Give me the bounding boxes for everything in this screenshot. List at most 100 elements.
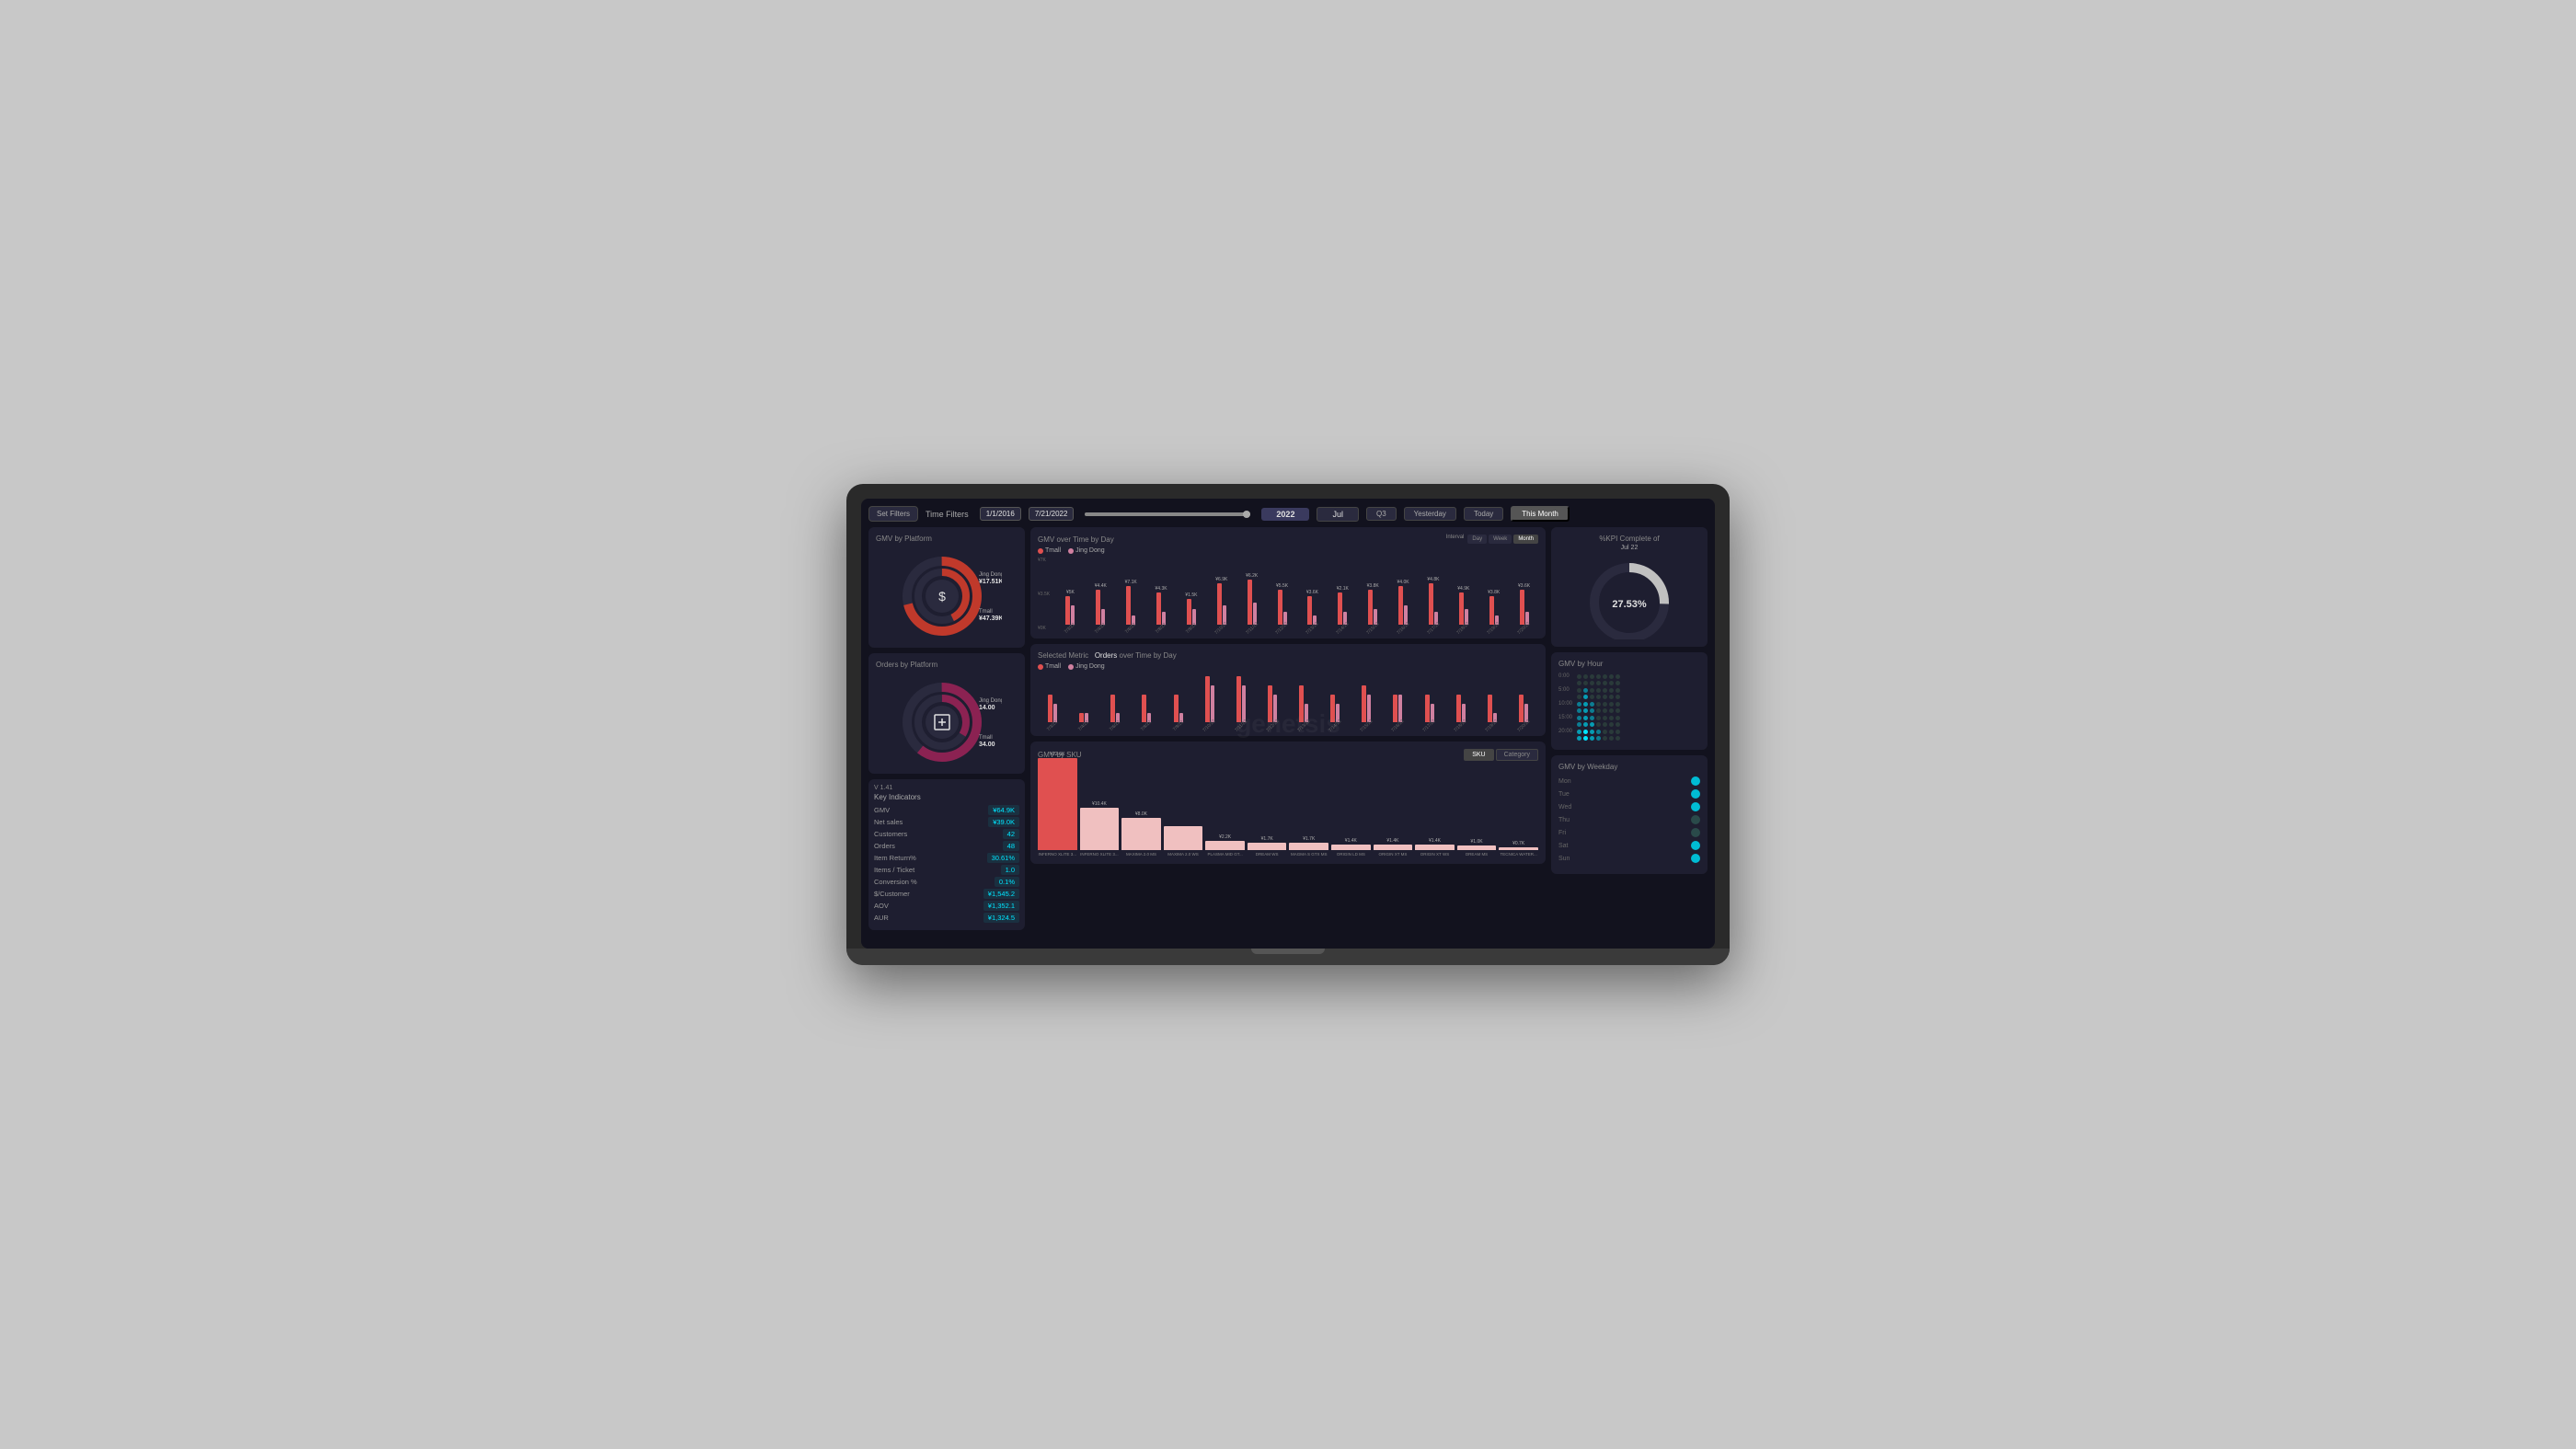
ki-items-ticket-label: Items / Ticket [874, 866, 914, 874]
interval-buttons: Interval Day Week Month [1446, 535, 1538, 544]
hour-dot [1590, 730, 1594, 734]
bar-group: ¥4.4K 7/4/22 [1087, 583, 1115, 632]
ki-itemreturn-label: Item Return% [874, 854, 916, 862]
hour-dot [1616, 722, 1620, 727]
hour-dot [1609, 702, 1614, 707]
sku-name: PLASMA MID GT... [1207, 852, 1242, 857]
hour-dot [1590, 688, 1594, 693]
hour-dot [1609, 674, 1614, 679]
ki-items-ticket-row: Items / Ticket 1.0 [874, 865, 1019, 875]
orders-tmall-bar [1425, 695, 1430, 722]
hour-dot [1596, 681, 1601, 685]
bar-group: ¥2.1K 7/14/22 [1328, 586, 1357, 631]
sku-bar-group: ¥22.6K INFERNO XLITE 3... [1038, 752, 1077, 857]
hour-row: 15:00 [1558, 715, 1700, 720]
hour-label: 10:00 [1558, 701, 1577, 707]
bar-top-label: ¥1.5K [1185, 592, 1197, 598]
weekday-dot [1691, 815, 1700, 824]
hour-row: 10:00 [1558, 701, 1700, 707]
orders-tmall-dot [1038, 664, 1043, 670]
ki-title: Key Indicators [874, 793, 1019, 801]
start-date-pill[interactable]: 1/1/2016 [980, 507, 1021, 521]
sku-bar [1415, 845, 1455, 850]
bar-top-label: ¥6.9K [1215, 577, 1227, 582]
orders-bar-wrapper [1110, 695, 1120, 722]
weekday-row: Sun [1558, 854, 1700, 863]
tmall-bar [1065, 596, 1070, 626]
hour-dot [1603, 702, 1607, 707]
end-date-pill[interactable]: 7/21/2022 [1029, 507, 1075, 521]
orders-bar-group: 7/8/22 [1132, 695, 1161, 729]
orders-jd-bar [1211, 685, 1214, 722]
hour-dot [1590, 681, 1594, 685]
orders-bar-wrapper [1299, 685, 1308, 722]
ki-aur-value: ¥1,324.5 [983, 913, 1019, 923]
weekday-label: Wed [1558, 804, 1581, 811]
hour-dot [1590, 736, 1594, 741]
sku-name: ORIGIN LD MS [1337, 852, 1365, 857]
tmall-bar [1307, 596, 1312, 626]
hour-dot [1616, 736, 1620, 741]
sku-name: MAXIMA 2.0 WS [1167, 852, 1199, 857]
q3-button[interactable]: Q3 [1366, 507, 1397, 521]
dashboard: genetsis Set Filters Time Filters 1/1/20… [861, 499, 1715, 949]
interval-month-btn[interactable]: Month [1513, 535, 1538, 544]
tmall-bar [1217, 583, 1222, 626]
today-button[interactable]: Today [1464, 507, 1503, 521]
bar-group: ¥4.8K 7/17/22 [1420, 577, 1448, 632]
hour-label: 20:00 [1558, 729, 1577, 734]
weekday-dot [1691, 776, 1700, 786]
orders-donut-container: Jing Dong 14.00 Tmall 34.00 [876, 674, 1018, 766]
interval-week-btn[interactable]: Week [1489, 535, 1512, 544]
weekday-label: Tue [1558, 791, 1581, 798]
weekday-label: Mon [1558, 778, 1581, 785]
hour-dot [1603, 736, 1607, 741]
main-grid: GMV by Platform $ [868, 527, 1708, 941]
ki-netsales-row: Net sales ¥39.0K [874, 817, 1019, 827]
kpi-gauge-chart: 27.53% [1583, 557, 1675, 639]
interval-day-btn[interactable]: Day [1467, 535, 1487, 544]
orders-donut-chart: Jing Dong 14.00 Tmall 34.00 [891, 674, 1002, 766]
ki-customers-value: 42 [1003, 829, 1019, 839]
yesterday-button[interactable]: Yesterday [1404, 507, 1456, 521]
category-button[interactable]: Category [1496, 749, 1538, 761]
weekday-row: Mon [1558, 776, 1700, 786]
sku-bar-group: MAXIMA 2.0 WS [1164, 825, 1203, 857]
orders-tmall-bar [1393, 695, 1397, 722]
sku-button[interactable]: SKU [1464, 749, 1493, 761]
sku-name: DREAM MS [1466, 852, 1488, 857]
tmall-bar [1248, 580, 1252, 625]
orders-time-panel: Selected Metric Orders over Time by Day … [1030, 644, 1546, 736]
hour-dot [1590, 695, 1594, 699]
selected-metric-label: Selected Metric [1038, 651, 1093, 660]
ki-customers-label: Customers [874, 830, 907, 838]
hour-dot [1603, 688, 1607, 693]
hour-dot [1590, 722, 1594, 727]
weekday-dot [1691, 802, 1700, 811]
orders-bar-wrapper [1362, 685, 1371, 722]
orders-tmall-bar [1174, 695, 1179, 722]
ki-orders-value: 48 [1003, 841, 1019, 851]
bar-wrapper [1126, 586, 1135, 625]
bar-wrapper [1187, 599, 1196, 625]
bar-wrapper [1278, 590, 1287, 626]
legend-jingdong: Jing Dong [1068, 547, 1105, 554]
sku-bar [1205, 841, 1245, 850]
this-month-button[interactable]: This Month [1511, 506, 1570, 522]
sku-bar-chart: ¥22.6K INFERNO XLITE 3... ¥10.4K INFERNO… [1038, 765, 1538, 857]
date-slider[interactable] [1085, 512, 1250, 516]
sku-bar [1457, 845, 1497, 850]
svg-text:14.00: 14.00 [979, 705, 995, 711]
over-time-label: over Time by Day [1120, 651, 1177, 660]
gmv-chart-wrapper: ¥7K ¥3.5K ¥0K ¥5K 7/3/22 ¥4.4K 7/4/22 [1038, 558, 1538, 631]
sku-bar-value-label: ¥10.4K [1092, 801, 1107, 807]
hour-dot [1583, 716, 1588, 720]
hour-row [1558, 695, 1700, 699]
orders-tmall-bar [1456, 695, 1461, 722]
orders-bar-group: 7/3/22 [1038, 695, 1067, 729]
orders-bar-group: 7/10/22 [1195, 676, 1225, 729]
bar-top-label: ¥3.8K [1367, 583, 1379, 589]
set-filters-button[interactable]: Set Filters [868, 506, 918, 522]
sku-bar-value-label: ¥1.7K [1303, 836, 1315, 842]
gmv-time-title: GMV over Time by Day [1038, 535, 1114, 544]
